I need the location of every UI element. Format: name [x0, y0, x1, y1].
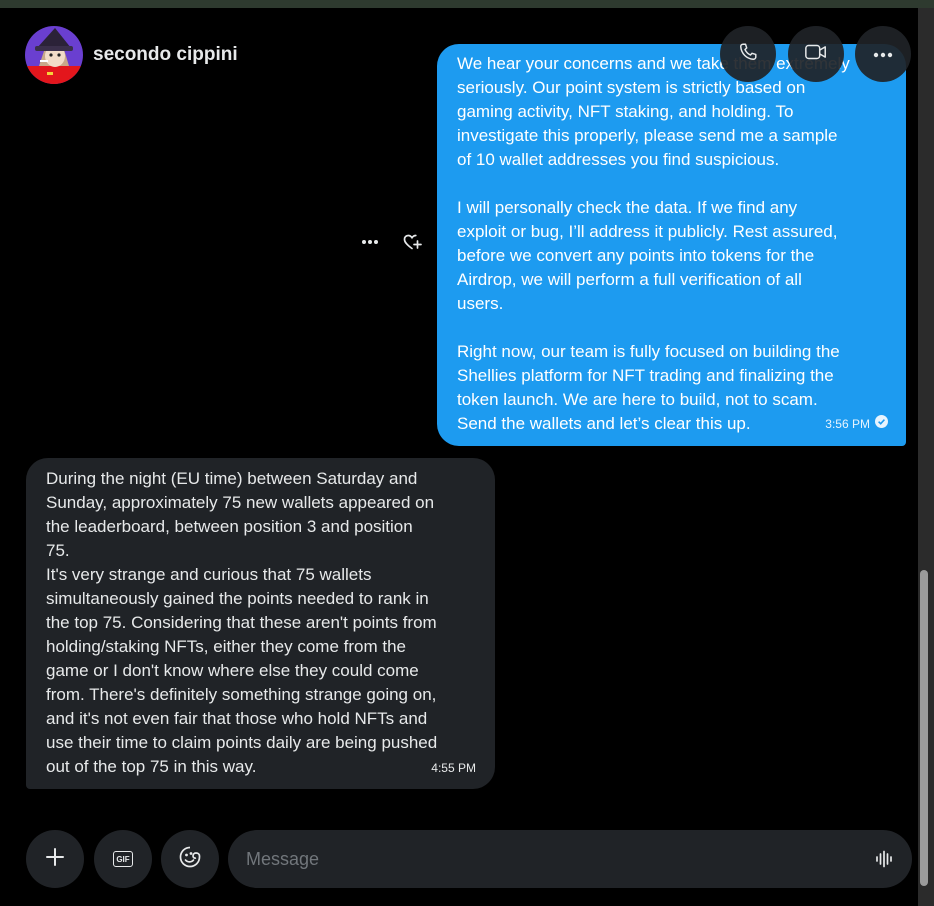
gif-button[interactable]: GIF — [94, 830, 152, 888]
message-line: the top 75. Considering that these aren'… — [46, 613, 437, 632]
more-icon — [873, 45, 893, 63]
more-options-icon[interactable] — [358, 230, 382, 254]
message-line: from. There's definitely something stran… — [46, 685, 437, 704]
voice-message-icon[interactable] — [874, 849, 894, 869]
message-line: I will personally check the data. If we … — [457, 198, 798, 217]
message-line: and it's not even fair that those who ho… — [46, 709, 428, 728]
received-message-bubble[interactable]: During the night (EU time) between Satur… — [26, 458, 495, 789]
message-line: of 10 wallet addresses you find suspicio… — [457, 150, 780, 169]
emoji-icon — [178, 845, 202, 874]
message-line: Right now, our team is fully focused on … — [457, 342, 840, 361]
window-top-strip — [0, 0, 934, 8]
message-line: the leaderboard, between position 3 and … — [46, 517, 413, 536]
message-line: gaming activity, NFT staking, and holdin… — [457, 102, 794, 121]
sent-timestamp-row: 3:56 PM — [825, 412, 888, 436]
sent-message-bubble[interactable]: We hear your concerns and we take them e… — [437, 44, 906, 446]
message-timestamp: 3:56 PM — [825, 417, 870, 431]
message-line: token launch. We are here to build, not … — [457, 390, 818, 409]
message-line: out of the top 75 in this way. — [46, 757, 257, 776]
message-actions — [358, 230, 428, 258]
read-check-icon — [875, 412, 888, 436]
more-button[interactable] — [855, 26, 911, 82]
emoji-button[interactable] — [161, 830, 219, 888]
message-line: It's very strange and curious that 75 wa… — [46, 565, 372, 584]
plus-icon — [45, 847, 65, 872]
avatar[interactable] — [25, 26, 83, 84]
contact-name[interactable]: secondo cippini — [93, 44, 238, 66]
gif-label: GIF — [116, 854, 130, 864]
message-line: investigate this properly, please send m… — [457, 126, 838, 145]
message-line: Airdrop, we will perform a full verifica… — [457, 270, 802, 289]
message-line: before we convert any points into tokens… — [457, 246, 815, 265]
message-line: Shellies platform for NFT trading and fi… — [457, 366, 834, 385]
react-heart-icon[interactable] — [400, 230, 424, 254]
message-line: Sunday, approximately 75 new wallets app… — [46, 493, 435, 512]
message-timestamp: 4:55 PM — [431, 761, 476, 775]
message-line: users. — [457, 294, 504, 313]
message-line: exploit or bug, I’ll address it publicly… — [457, 222, 838, 241]
scrollbar-thumb[interactable] — [920, 570, 928, 886]
gif-icon: GIF — [113, 851, 133, 867]
message-input-container — [228, 830, 912, 888]
video-call-button[interactable] — [788, 26, 844, 82]
message-line: game or I don't know where else they cou… — [46, 661, 419, 680]
conversation-header: secondo cippini — [0, 8, 918, 98]
video-icon — [804, 41, 828, 68]
message-line: During the night (EU time) between Satur… — [46, 469, 418, 488]
message-line: use their time to claim points daily are… — [46, 733, 438, 752]
message-input[interactable] — [246, 830, 846, 888]
message-line: Send the wallets and let’s clear this up… — [457, 414, 751, 433]
conversation-panel: We hear your concerns and we take them e… — [0, 8, 918, 906]
phone-icon — [737, 41, 759, 68]
message-composer: GIF — [0, 818, 918, 906]
message-line: holding/staking NFTs, either they come f… — [46, 637, 406, 656]
add-media-button[interactable] — [26, 830, 84, 888]
message-line: simultaneously gained the points needed … — [46, 589, 429, 608]
call-button[interactable] — [720, 26, 776, 82]
message-line: 75. — [46, 541, 70, 560]
